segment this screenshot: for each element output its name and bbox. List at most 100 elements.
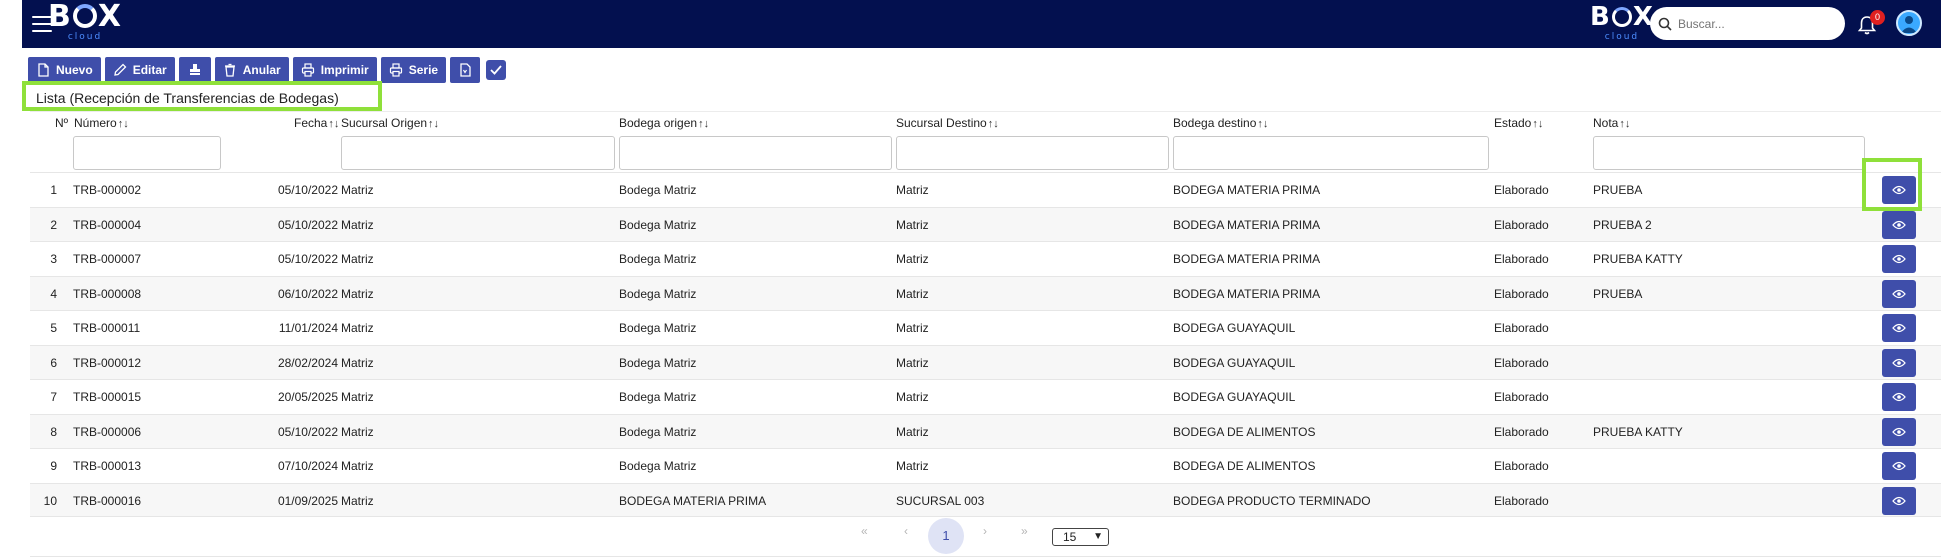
first-page-button[interactable]: « [861, 524, 868, 538]
col-header-bodega-origen[interactable]: Bodega origen↑↓ [619, 116, 709, 130]
cell-bodega-origen: Bodega Matriz [619, 217, 697, 232]
cell-sucursal-origen: Matriz [341, 321, 374, 335]
printer-icon [301, 63, 314, 77]
view-button[interactable] [1882, 348, 1916, 377]
cell-numero: TRB-000013 [73, 459, 142, 473]
view-button[interactable] [1882, 279, 1916, 308]
nuevo-label: Nuevo [56, 63, 93, 77]
col-header-no[interactable]: Nº [55, 116, 68, 130]
table-row[interactable]: 7 TRB-000015 20/05/2025 Matriz Bodega Matriz… [30, 379, 1941, 413]
filter-bodega-destino-input[interactable] [1173, 136, 1489, 170]
anular-label: Anular [242, 63, 281, 77]
sort-icon[interactable]: ↑↓ [1619, 118, 1630, 130]
sort-icon[interactable]: ↑↓ [328, 118, 339, 130]
col-header-sucursal-destino[interactable]: Sucursal Destino↑↓ [896, 116, 999, 130]
filter-sucursal-origen-input[interactable] [341, 136, 615, 170]
archive-button[interactable] [178, 57, 211, 83]
file-export-icon [460, 63, 471, 77]
view-button[interactable] [1882, 452, 1916, 480]
filter-bodega-origen-input[interactable] [619, 136, 892, 170]
table-row[interactable]: 9 TRB-000013 07/10/2024 Matriz Bodega Matriz… [30, 448, 1941, 482]
sort-icon[interactable]: ↑↓ [698, 118, 709, 130]
select-all-checkbox[interactable] [486, 60, 507, 80]
col-header-estado[interactable]: Estado↑↓ [1494, 116, 1543, 130]
col-header-sucursal-origen[interactable]: Sucursal Origen↑↓ [341, 116, 439, 130]
col-header-numero[interactable]: Número↑↓ [74, 116, 129, 130]
cell-bodega-destino: BODEGA GUAYAQUIL [1173, 390, 1296, 404]
last-page-button[interactable]: » [1021, 524, 1028, 538]
cell-no: 3 [50, 252, 57, 266]
rows-per-page-value: 15 [1063, 530, 1077, 544]
cell-bodega-origen: Bodega Matriz [619, 424, 697, 439]
sort-icon[interactable]: ↑↓ [988, 118, 999, 130]
editar-button[interactable]: Editar [104, 57, 175, 83]
cell-sucursal-origen: Matriz [341, 217, 374, 232]
view-button[interactable] [1882, 486, 1916, 515]
page-1-button[interactable]: 1 [928, 518, 964, 554]
filter-nota-input[interactable] [1593, 136, 1865, 170]
eye-icon [1892, 254, 1906, 264]
view-button[interactable] [1882, 417, 1916, 446]
table-row[interactable]: 5 TRB-000011 11/01/2024 Matriz Bodega Matriz… [30, 310, 1941, 344]
sort-icon[interactable]: ↑↓ [1257, 118, 1268, 130]
divider [30, 516, 1941, 517]
table-row[interactable]: 2 TRB-000004 05/10/2022 Matriz Bodega Matriz… [30, 206, 1941, 241]
table-row[interactable]: 3 TRB-000007 05/10/2022 Matriz Bodega Matriz… [30, 241, 1941, 275]
cell-estado: Elaborado [1494, 424, 1549, 439]
filter-sucursal-destino-input[interactable] [896, 136, 1169, 170]
nuevo-button[interactable]: Nuevo [28, 57, 101, 83]
cell-nota: PRUEBA KATTY [1593, 252, 1683, 266]
trash-icon [224, 63, 235, 77]
table-row[interactable]: 4 TRB-000008 06/10/2022 Matriz Bodega Matriz… [30, 275, 1941, 310]
col-header-bodega-destino[interactable]: Bodega destino↑↓ [1173, 116, 1268, 130]
cell-estado: Elaborado [1494, 286, 1549, 301]
cell-numero: TRB-000006 [73, 424, 142, 439]
search-input[interactable] [1678, 16, 1828, 31]
notification-badge: 0 [1870, 10, 1885, 25]
view-button[interactable] [1882, 210, 1916, 239]
cell-fecha: 05/10/2022 [277, 252, 338, 266]
eye-icon [1892, 427, 1906, 436]
cell-bodega-origen: Bodega Matriz [619, 355, 697, 370]
eye-icon [1892, 461, 1906, 471]
avatar[interactable] [1896, 10, 1922, 36]
col-header-label: Sucursal Destino [896, 116, 987, 130]
pencil-icon [113, 63, 127, 76]
table-row[interactable]: 8 TRB-000006 05/10/2022 Matriz Bodega Matriz… [30, 413, 1941, 448]
filter-numero-input[interactable] [73, 136, 221, 170]
table-row[interactable]: 6 TRB-000012 28/02/2024 Matriz Bodega Matriz… [30, 344, 1941, 379]
search-box[interactable] [1650, 7, 1845, 40]
serie-button[interactable]: Serie [380, 57, 447, 83]
cell-sucursal-origen: Matriz [341, 424, 374, 439]
rows-per-page-select[interactable]: 15 ▼ [1052, 528, 1109, 546]
col-header-nota[interactable]: Nota↑↓ [1593, 116, 1630, 130]
cell-sucursal-destino: SUCURSAL 003 [896, 493, 985, 508]
export-button[interactable] [450, 57, 481, 83]
col-header-label: Nota [1593, 116, 1619, 130]
cell-estado: Elaborado [1494, 217, 1549, 232]
cell-nota: PRUEBA [1593, 183, 1643, 197]
search-icon [1658, 17, 1672, 31]
app-logo[interactable]: BX cloud [48, 0, 122, 42]
imprimir-button[interactable]: Imprimir [292, 57, 377, 83]
col-header-label: Bodega origen [619, 116, 698, 130]
table-row[interactable]: 1 TRB-000002 05/10/2022 Matriz Bodega Matriz… [30, 172, 1941, 206]
anular-button[interactable]: Anular [214, 57, 289, 83]
cell-nota: PRUEBA KATTY [1593, 424, 1683, 439]
sort-icon[interactable]: ↑↓ [428, 118, 439, 130]
view-button[interactable] [1882, 383, 1916, 411]
next-page-button[interactable]: › [983, 524, 987, 538]
cell-no: 10 [43, 493, 57, 508]
view-button[interactable] [1882, 245, 1916, 273]
eye-icon [1892, 358, 1906, 367]
cell-bodega-destino: BODEGA MATERIA PRIMA [1173, 217, 1321, 232]
sort-icon[interactable]: ↑↓ [1532, 118, 1543, 130]
view-button[interactable] [1882, 314, 1916, 342]
editar-label: Editar [132, 63, 167, 77]
prev-page-button[interactable]: ‹ [904, 524, 908, 538]
table-row[interactable]: 10 TRB-000016 01/09/2025 Matriz BODEGA MATER… [30, 482, 1941, 517]
cell-numero: TRB-000011 [73, 321, 141, 335]
sort-icon[interactable]: ↑↓ [118, 118, 129, 130]
col-header-fecha[interactable]: Fecha↑↓ [294, 116, 339, 130]
cell-numero: TRB-000004 [73, 217, 142, 232]
